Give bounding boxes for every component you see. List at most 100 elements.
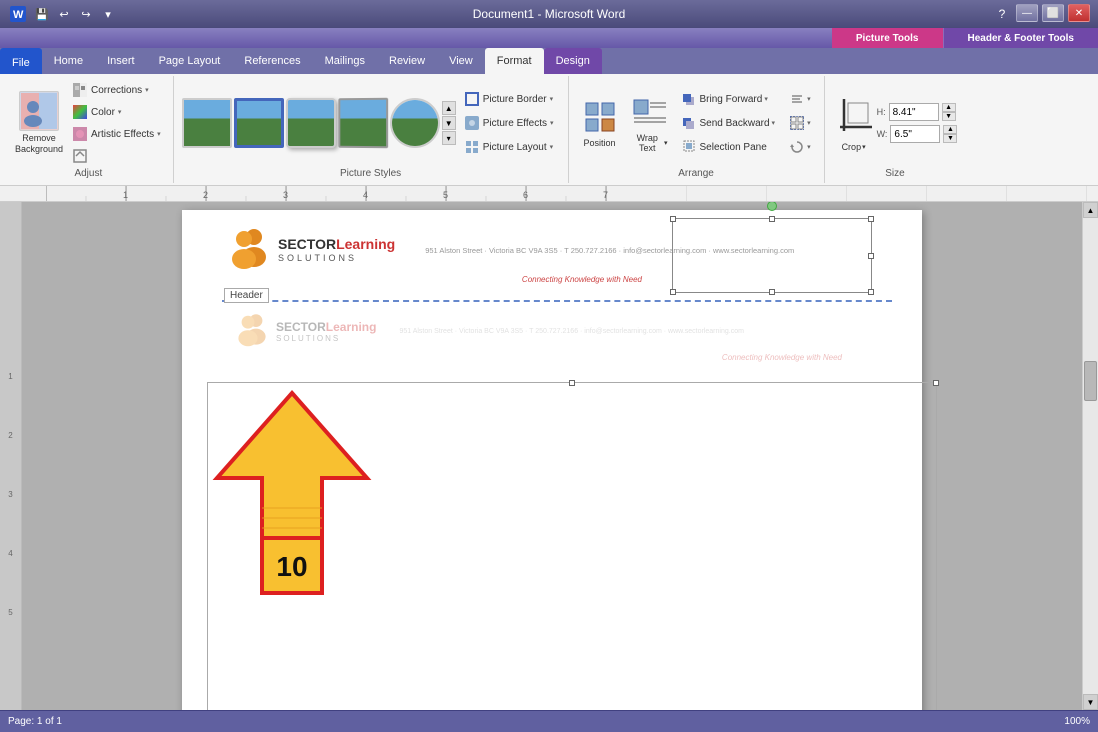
style-scroll-more[interactable]: ▾ bbox=[442, 131, 456, 145]
company-logo: SECTORLearning SOLUTIONS bbox=[224, 225, 395, 275]
handle-mr[interactable] bbox=[868, 253, 874, 259]
tab-mailings[interactable]: Mailings bbox=[313, 48, 377, 74]
solutions-text: SOLUTIONS bbox=[278, 253, 395, 263]
tab-pagelayout[interactable]: Page Layout bbox=[147, 48, 233, 74]
height-spin-up[interactable]: ▲ bbox=[942, 103, 956, 112]
watermark-content: SECTORLearning SOLUTIONS 951 Alston Stre… bbox=[232, 311, 872, 351]
ruler-5: 5 bbox=[8, 608, 12, 617]
style-scroll-buttons: ▲ ▼ ▾ bbox=[442, 101, 456, 145]
pic-style-5[interactable] bbox=[390, 98, 440, 148]
large-handle-tr[interactable] bbox=[933, 380, 939, 386]
document-area: 1 2 3 4 5 bbox=[0, 202, 1098, 710]
handle-tr[interactable] bbox=[868, 216, 874, 222]
handle-bl[interactable] bbox=[670, 289, 676, 295]
corrections-button[interactable]: Corrections ▾ bbox=[68, 80, 165, 100]
scroll-down-btn[interactable]: ▼ bbox=[1083, 694, 1098, 710]
wrap-text-icon bbox=[632, 94, 668, 133]
status-zoom: 100% bbox=[1064, 716, 1090, 727]
document-body: 10 bbox=[182, 368, 922, 710]
bring-forward-button[interactable]: Bring Forward ▾ bbox=[677, 88, 781, 110]
remove-bg-label: Remove Background bbox=[15, 133, 63, 155]
tab-home[interactable]: Home bbox=[42, 48, 95, 74]
undo-qa-btn[interactable]: ↩ bbox=[54, 4, 74, 24]
handle-br[interactable] bbox=[868, 289, 874, 295]
width-spin-down[interactable]: ▼ bbox=[943, 134, 957, 143]
pic-style-1[interactable] bbox=[182, 98, 232, 148]
crop-icon bbox=[836, 95, 872, 142]
ruler-2: 2 bbox=[8, 431, 12, 440]
width-spin: ▲ ▼ bbox=[943, 125, 957, 143]
handle-bm[interactable] bbox=[769, 289, 775, 295]
pic-style-4[interactable] bbox=[338, 98, 388, 149]
position-button[interactable]: Position bbox=[577, 94, 623, 153]
compress-icon bbox=[72, 148, 88, 164]
pic-style-2[interactable] bbox=[234, 98, 284, 148]
tab-insert[interactable]: Insert bbox=[95, 48, 147, 74]
align-button[interactable]: ▾ bbox=[784, 88, 816, 110]
large-handle-tm[interactable] bbox=[569, 380, 575, 386]
ribbon-content: Remove Background Correc bbox=[0, 74, 1098, 186]
ribbon-tabs-row: File Home Insert Page Layout References … bbox=[0, 48, 1098, 74]
save-qa-btn[interactable]: 💾 bbox=[32, 4, 52, 24]
quick-access-toolbar: 💾 ↩ ↪ ▾ bbox=[32, 4, 118, 24]
redo-qa-btn[interactable]: ↪ bbox=[76, 4, 96, 24]
rotate-icon bbox=[789, 139, 805, 155]
tab-view[interactable]: View bbox=[437, 48, 485, 74]
company-text-group: SECTORLearning SOLUTIONS bbox=[278, 237, 395, 262]
border-dropdown-icon: ▾ bbox=[550, 95, 554, 103]
handle-tm[interactable] bbox=[769, 216, 775, 222]
tab-design[interactable]: Design bbox=[544, 48, 602, 74]
style-scroll-down[interactable]: ▼ bbox=[442, 116, 456, 130]
layout-dropdown-icon: ▾ bbox=[550, 143, 554, 151]
picture-effects-icon bbox=[464, 115, 480, 131]
style-scroll-up[interactable]: ▲ bbox=[442, 101, 456, 115]
handle-tl[interactable] bbox=[670, 216, 676, 222]
picture-border-icon bbox=[464, 91, 480, 107]
ruler-4: 4 bbox=[8, 549, 12, 558]
ruler-scale: 1 2 3 4 5 6 7 bbox=[46, 186, 1098, 201]
pic-style-3[interactable] bbox=[286, 98, 336, 148]
app-window: W 💾 ↩ ↪ ▾ Document1 - Microsoft Word ? —… bbox=[0, 0, 1098, 732]
wrap-text-button[interactable]: Wrap Text ▾ bbox=[627, 89, 673, 158]
selection-pane-button[interactable]: Selection Pane bbox=[677, 136, 781, 158]
tab-review[interactable]: Review bbox=[377, 48, 437, 74]
watermark-logo: SECTORLearning SOLUTIONS bbox=[232, 311, 376, 351]
restore-btn[interactable]: ⬜ bbox=[1042, 4, 1064, 22]
customize-qa-btn[interactable]: ▾ bbox=[98, 4, 118, 24]
tab-references[interactable]: References bbox=[232, 48, 312, 74]
scroll-thumb[interactable] bbox=[1084, 361, 1097, 401]
picture-layout-button[interactable]: Picture Layout ▾ bbox=[458, 136, 560, 158]
help-btn[interactable]: ? bbox=[992, 4, 1012, 24]
svg-text:6: 6 bbox=[523, 190, 528, 200]
color-button[interactable]: Color ▾ bbox=[68, 102, 165, 122]
picture-border-button[interactable]: Picture Border ▾ bbox=[458, 88, 560, 110]
width-icon: W: bbox=[877, 129, 888, 139]
compress-pictures-button[interactable] bbox=[68, 146, 165, 166]
header-label: Header bbox=[224, 288, 269, 303]
adjust-group-content: Remove Background Correc bbox=[12, 80, 165, 166]
artistic-effects-button[interactable]: Artistic Effects ▾ bbox=[68, 124, 165, 144]
rotate-button[interactable]: ▾ bbox=[784, 136, 816, 158]
document-scroll-area[interactable]: Header bbox=[22, 202, 1082, 710]
close-btn[interactable]: ✕ bbox=[1068, 4, 1090, 22]
remove-background-button[interactable]: Remove Background bbox=[12, 86, 66, 160]
minimize-btn[interactable]: — bbox=[1016, 4, 1038, 22]
height-input[interactable] bbox=[889, 103, 939, 121]
tab-format[interactable]: Format bbox=[485, 48, 544, 74]
crop-button[interactable]: Crop ▾ bbox=[833, 90, 875, 157]
height-spin-down[interactable]: ▼ bbox=[942, 112, 956, 121]
width-input[interactable] bbox=[890, 125, 940, 143]
arrange-group-content: Position Wrap Text bbox=[577, 80, 816, 166]
send-backward-button[interactable]: Send Backward ▾ bbox=[677, 112, 781, 134]
align-dropdown-icon: ▾ bbox=[807, 95, 811, 103]
picture-effects-button[interactable]: Picture Effects ▾ bbox=[458, 112, 560, 134]
width-spin-up[interactable]: ▲ bbox=[943, 125, 957, 134]
adjust-label: Adjust bbox=[74, 168, 102, 179]
title-bar-left: W 💾 ↩ ↪ ▾ bbox=[8, 4, 118, 24]
title-bar: W 💾 ↩ ↪ ▾ Document1 - Microsoft Word ? —… bbox=[0, 0, 1098, 28]
scroll-up-btn[interactable]: ▲ bbox=[1083, 202, 1098, 218]
group-button[interactable]: ▾ bbox=[784, 112, 816, 134]
size-inputs: H: ▲ ▼ W: ▲ ▼ bbox=[877, 103, 958, 143]
scroll-track[interactable] bbox=[1083, 218, 1098, 694]
wrap-text-dropdown-icon: ▾ bbox=[664, 139, 668, 147]
